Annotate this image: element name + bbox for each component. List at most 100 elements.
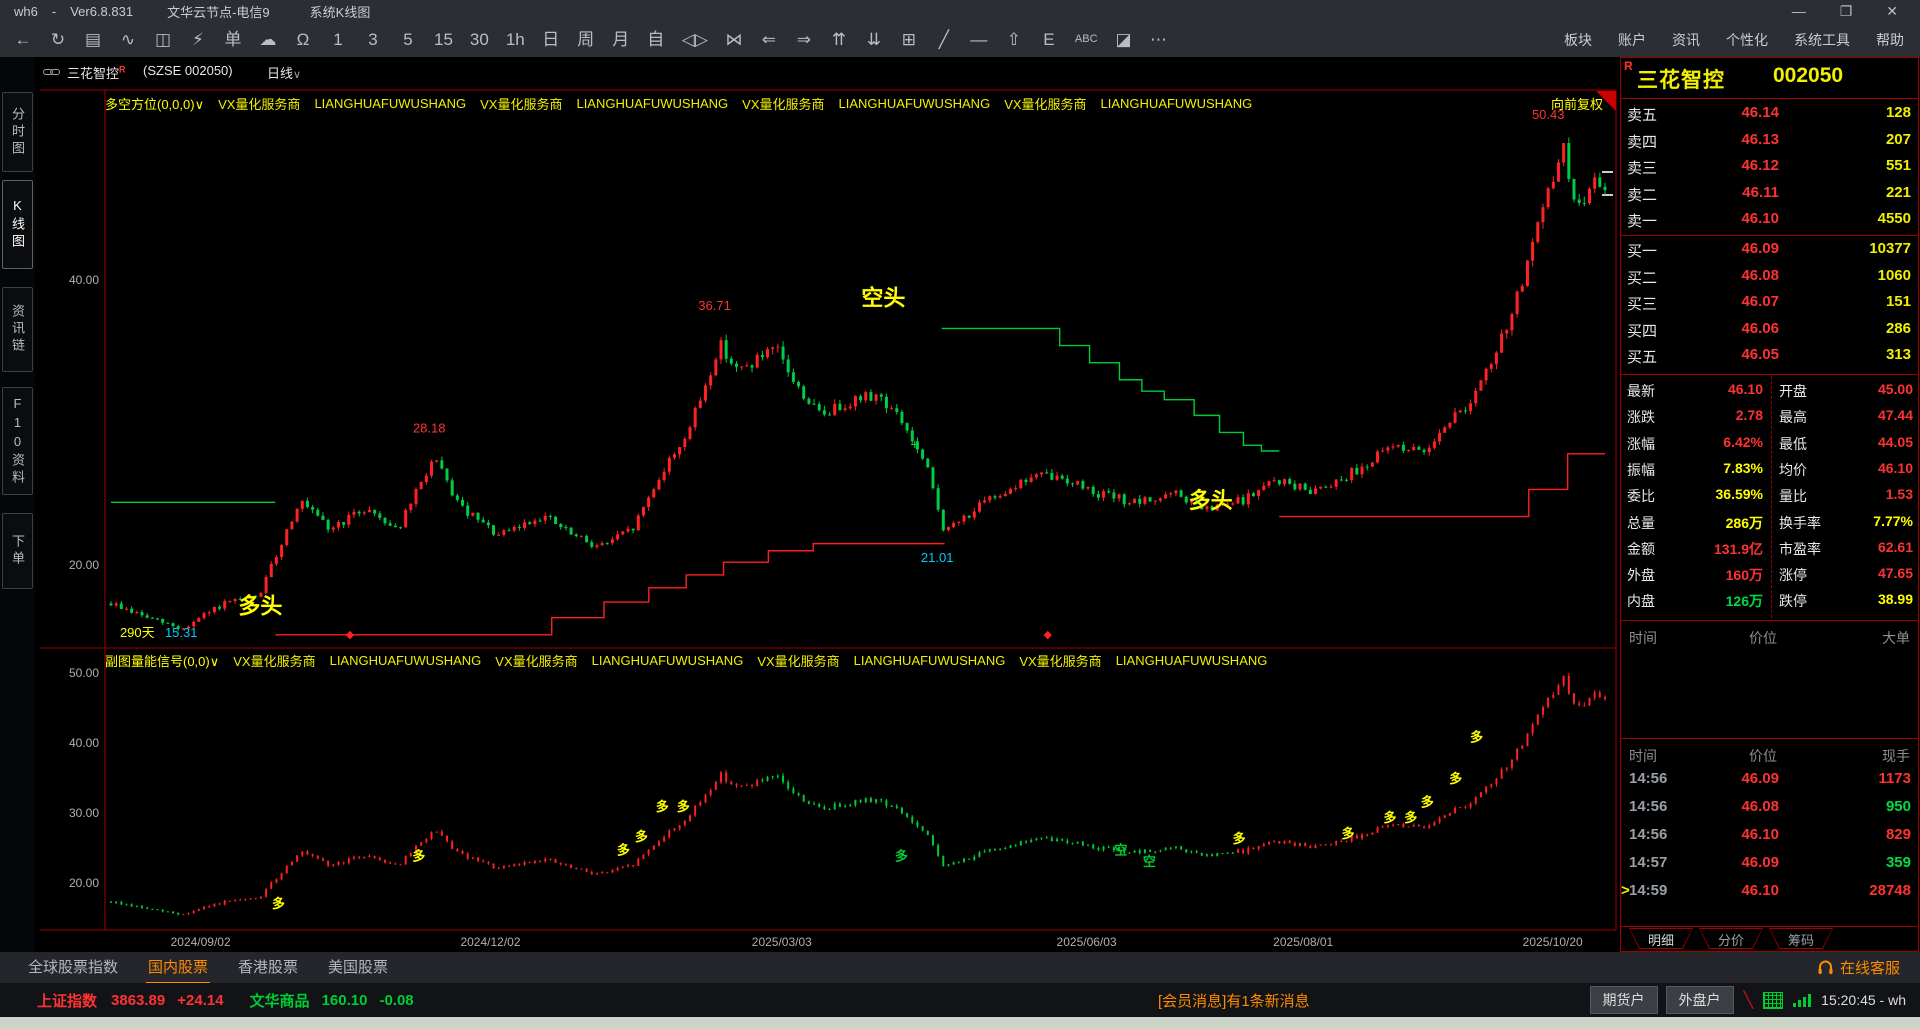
sidebar-tab-分时图[interactable]: 分时图: [2, 92, 33, 172]
zoom-in-icon[interactable]: ⇊: [865, 31, 883, 48]
quote-list-icon[interactable]: ▤: [84, 31, 102, 48]
order-panel-icon[interactable]: 单: [224, 31, 242, 48]
bid-row[interactable]: 买一46.0910377: [1621, 240, 1918, 266]
quote-stock-name[interactable]: 三花智控: [1637, 64, 1725, 94]
period-1h-button[interactable]: 1h: [506, 31, 525, 48]
ask-row[interactable]: 卖二46.11221: [1621, 184, 1918, 210]
stat-label: 委比: [1627, 486, 1655, 506]
period-month-button[interactable]: 月: [612, 31, 630, 48]
chart-stock-tab[interactable]: 三花智控R: [67, 63, 126, 82]
period-15m-button[interactable]: 15: [434, 31, 453, 48]
indicator-ad-2: VX量化服务商: [480, 94, 562, 113]
quote-tab-筹码[interactable]: 筹码: [1769, 928, 1833, 949]
ask-row[interactable]: 卖三46.12551: [1621, 157, 1918, 183]
sidebar-tab-F10资料[interactable]: F10资料: [2, 387, 33, 495]
chart-region: 50.4336.7128.1821.0115.31290天多头多头空头+◆◆40…: [35, 57, 1620, 952]
sidebar-tab-资讯链[interactable]: 资讯链: [2, 287, 33, 372]
tape-time: 14:57: [1629, 854, 1667, 871]
text-label-icon[interactable]: ABC: [1075, 34, 1098, 45]
page-left-icon[interactable]: ⇐: [760, 31, 778, 48]
kline-icon[interactable]: ◫: [154, 31, 172, 48]
trend-line-icon[interactable]: ∿: [119, 31, 137, 48]
period-day-button[interactable]: 日: [542, 31, 560, 48]
arrow-mark-icon[interactable]: ⇧: [1005, 31, 1023, 48]
more-tools-icon[interactable]: ⋯: [1150, 31, 1168, 48]
menu-item-2[interactable]: 资讯: [1672, 30, 1700, 50]
ask-price: 46.10: [1741, 210, 1779, 227]
menu-item-4[interactable]: 系统工具: [1794, 30, 1850, 50]
svg-text:2025/08/01: 2025/08/01: [1273, 935, 1333, 949]
ask-price: 46.11: [1742, 184, 1779, 201]
server-node[interactable]: 文华云节点-电信9: [167, 2, 270, 21]
period-5m-button[interactable]: 5: [399, 31, 417, 48]
menu-bar: 板块 账户 资讯 个性化 系统工具 帮助: [1564, 30, 1920, 50]
bid-row[interactable]: 买四46.06286: [1621, 320, 1918, 346]
member-message[interactable]: [会员消息]有1条新消息: [1158, 990, 1310, 1011]
adjust-label[interactable]: 向前复权: [1551, 94, 1603, 113]
ask-row[interactable]: 卖一46.104550: [1621, 210, 1918, 236]
period-custom-button[interactable]: 自: [647, 31, 665, 48]
draw-trendline-icon[interactable]: ╱: [935, 31, 953, 48]
menu-item-5[interactable]: 帮助: [1876, 30, 1904, 50]
market-tab-国内股票[interactable]: 国内股票: [146, 952, 210, 984]
period-30m-button[interactable]: 30: [470, 31, 489, 48]
index-name[interactable]: 上证指数: [37, 990, 97, 1011]
bid-row[interactable]: 买二46.081060: [1621, 267, 1918, 293]
account-button-期货户[interactable]: 期货户: [1590, 986, 1658, 1014]
quote-tab-分价[interactable]: 分价: [1699, 928, 1763, 949]
back-icon[interactable]: ←: [14, 31, 32, 48]
sub-indicator-name[interactable]: 副图量能信号(0,0)∨: [105, 651, 219, 670]
kline-canvas[interactable]: 50.4336.7128.1821.0115.31290天多头多头空头+◆◆40…: [35, 57, 1620, 952]
quote-tab-明细[interactable]: 明细: [1629, 928, 1693, 949]
bid-row[interactable]: 买三46.07151: [1621, 293, 1918, 319]
compare-icon[interactable]: ◁▷: [682, 31, 708, 48]
insert-indicator-icon[interactable]: ⊞: [900, 31, 918, 48]
stat-value: 160万: [1726, 565, 1763, 585]
link-icon[interactable]: [43, 65, 60, 80]
eraser-icon[interactable]: ◪: [1115, 31, 1133, 48]
zoom-out-icon[interactable]: ⇈: [830, 31, 848, 48]
market-grid-icon[interactable]: [1763, 992, 1783, 1009]
main-indicator-name[interactable]: 多空方位(0,0,0)∨: [105, 94, 204, 113]
measure-icon[interactable]: E: [1040, 31, 1058, 48]
draw-hline-icon[interactable]: —: [970, 31, 988, 48]
restore-icon[interactable]: ❐: [1840, 3, 1853, 20]
menu-item-3[interactable]: 个性化: [1726, 30, 1768, 50]
refresh-icon[interactable]: ↻: [49, 31, 67, 48]
menu-item-0[interactable]: 板块: [1564, 30, 1592, 50]
bid-label: 买一: [1627, 240, 1657, 261]
commodity-name[interactable]: 文华商品: [250, 990, 310, 1011]
sidebar-tab-下单[interactable]: 下单: [2, 513, 33, 589]
svg-text:2025/10/20: 2025/10/20: [1523, 935, 1583, 949]
cloud-trade-icon[interactable]: ☁: [259, 31, 277, 48]
period-1m-button[interactable]: 1: [329, 31, 347, 48]
ask-row[interactable]: 卖五46.14128: [1621, 104, 1918, 130]
svg-text:21.01: 21.01: [921, 550, 954, 565]
alert-icon[interactable]: Ω: [294, 31, 312, 48]
online-service-button[interactable]: 在线客服: [1817, 957, 1900, 978]
bid-price: 46.05: [1741, 346, 1779, 363]
market-tab-全球股票指数[interactable]: 全球股票指数: [26, 952, 120, 984]
close-icon[interactable]: ✕: [1886, 3, 1898, 20]
stat-value: 7.77%: [1873, 513, 1913, 529]
period-selector[interactable]: 日线∨: [267, 63, 301, 82]
market-tab-美国股票[interactable]: 美国股票: [326, 952, 390, 984]
stat-right-row: 最高47.44: [1779, 407, 1913, 432]
bid-row[interactable]: 买五46.05313: [1621, 346, 1918, 372]
stat-left-row: 外盘160万: [1627, 565, 1763, 590]
period-3m-button[interactable]: 3: [364, 31, 382, 48]
page-right-icon[interactable]: ⇒: [795, 31, 813, 48]
ask-row[interactable]: 卖四46.13207: [1621, 131, 1918, 157]
market-tab-香港股票[interactable]: 香港股票: [236, 952, 300, 984]
svg-text:◆: ◆: [1044, 629, 1053, 641]
menu-item-1[interactable]: 账户: [1618, 30, 1646, 50]
sidebar-tab-K线图[interactable]: K线图: [2, 180, 33, 269]
minimize-icon[interactable]: —: [1792, 3, 1806, 20]
indicator-ad-7: LIANGHUAFUWUSHANG: [1101, 96, 1253, 111]
tick-chart-icon[interactable]: ⚡: [189, 31, 207, 48]
period-week-button[interactable]: 周: [577, 31, 595, 48]
account-button-外盘户[interactable]: 外盘户: [1666, 986, 1734, 1014]
indicator-ad-5: LIANGHUAFUWUSHANG: [839, 96, 991, 111]
overlay-icon[interactable]: ⋈: [725, 31, 743, 48]
stat-value: 62.61: [1878, 539, 1913, 555]
